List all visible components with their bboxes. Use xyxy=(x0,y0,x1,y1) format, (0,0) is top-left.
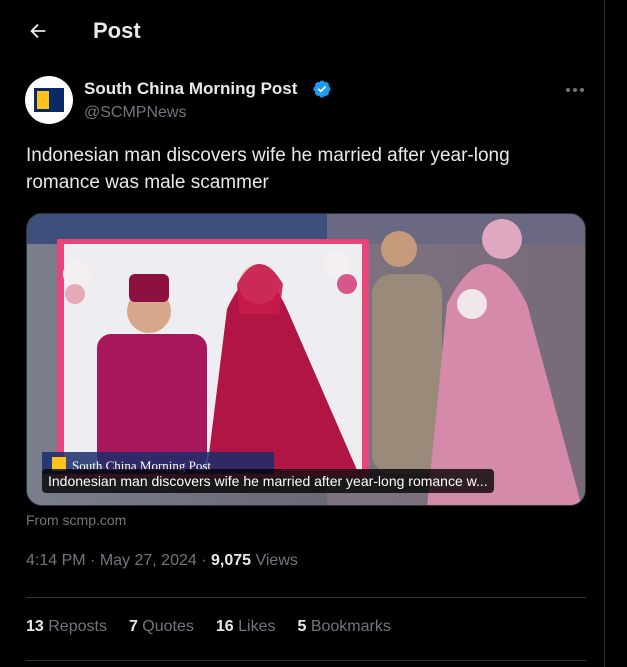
tweet-text: Indonesian man discovers wife he married… xyxy=(26,145,510,193)
verified-badge-icon xyxy=(313,80,331,98)
reposts-stat[interactable]: 13 Reposts xyxy=(26,618,107,636)
link-source[interactable]: From scmp.com xyxy=(26,512,126,528)
link-card-title: Indonesian man discovers wife he married… xyxy=(42,469,494,493)
views-count: 9,075 xyxy=(210,552,252,569)
meta-separator: · xyxy=(85,552,100,569)
author-name[interactable]: South China Morning Post xyxy=(84,79,297,99)
post-metadata: 4:14 PM · May 27, 2024 · 9,075 Views xyxy=(26,552,298,570)
post-view: Post South China Morning Post @SCMPNews … xyxy=(0,0,605,667)
bookmarks-stat[interactable]: 5 Bookmarks xyxy=(297,618,390,636)
arrow-left-icon xyxy=(30,23,46,39)
top-bar: Post xyxy=(0,0,605,62)
quotes-stat[interactable]: 7 Quotes xyxy=(129,618,194,636)
divider xyxy=(26,597,586,598)
author-row: South China Morning Post @SCMPNews xyxy=(25,76,595,126)
post-date[interactable]: May 27, 2024 xyxy=(100,552,197,569)
author-handle[interactable]: @SCMPNews xyxy=(84,104,186,122)
back-button[interactable] xyxy=(18,11,58,51)
more-horizontal-icon xyxy=(566,88,584,92)
divider-bottom xyxy=(26,660,586,661)
likes-stat[interactable]: 16 Likes xyxy=(216,618,276,636)
engagement-stats: 13 Reposts 7 Quotes 16 Likes 5 Bookmarks xyxy=(26,618,413,636)
link-card-image[interactable]: South China Morning Post Indonesian man … xyxy=(26,213,586,506)
avatar[interactable] xyxy=(25,76,73,124)
more-options-button[interactable] xyxy=(560,78,590,102)
meta-separator-2: · xyxy=(196,552,211,569)
views-label: Views xyxy=(251,552,298,569)
wedding-photo: South China Morning Post xyxy=(27,214,585,505)
scmp-logo xyxy=(34,88,64,112)
post-time[interactable]: 4:14 PM xyxy=(26,552,86,569)
page-title: Post xyxy=(93,18,141,43)
